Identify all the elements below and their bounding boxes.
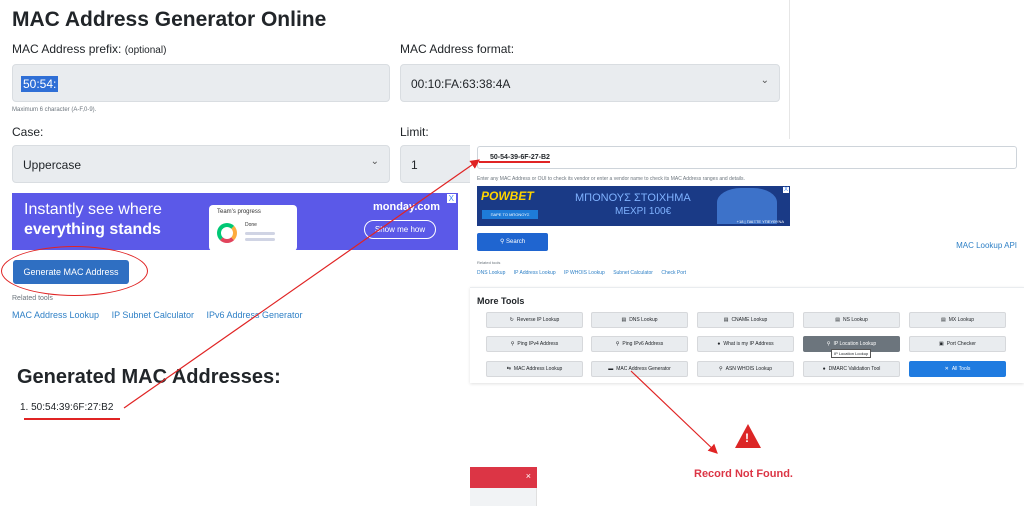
annotation-arrow-to-result	[630, 370, 718, 454]
annotation-arrows	[123, 159, 718, 454]
annotation-arrow-to-lookup	[123, 159, 480, 409]
